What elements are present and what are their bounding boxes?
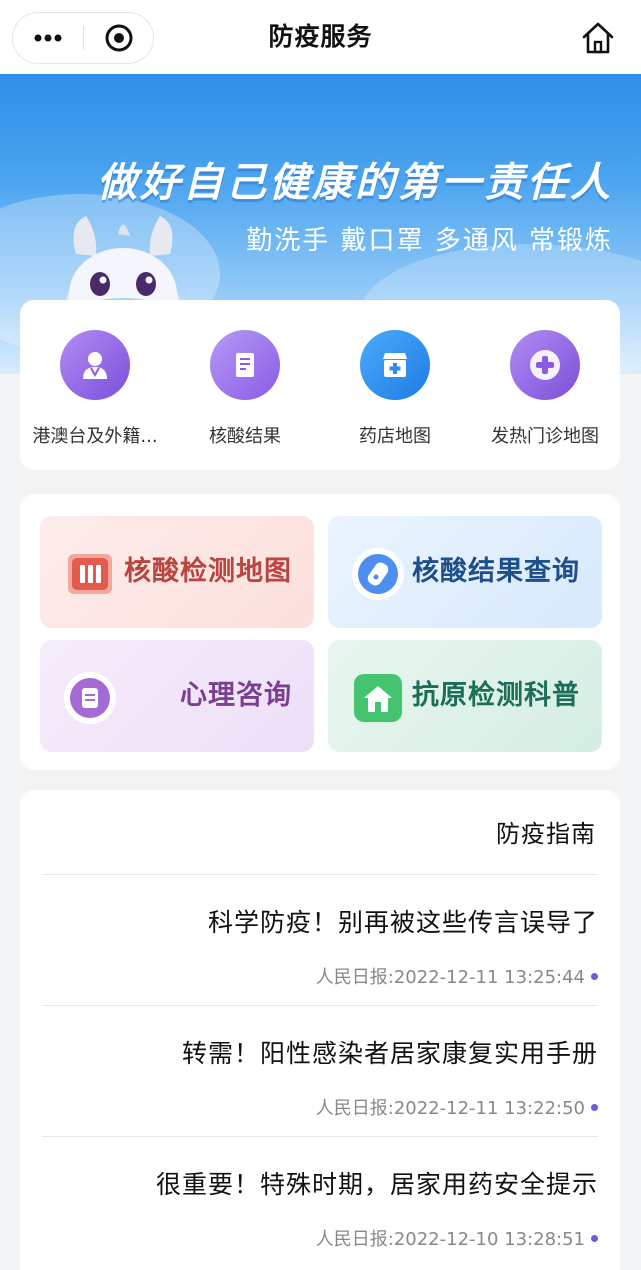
home-icon[interactable]: [579, 19, 617, 57]
pharmacy-icon: [360, 330, 430, 400]
tile-psych-consult[interactable]: 心理咨询: [40, 640, 314, 752]
quick-item-label: 核酸结果: [209, 426, 281, 447]
article-title: 很重要！特殊时期，居家用药安全提示: [155, 1170, 598, 1199]
feature-tiles-card: 核酸结果查询 核酸检测地图 抗原检测科普 心理咨询: [20, 494, 620, 770]
page-title: 防疫服务: [268, 22, 373, 51]
fever-clinic-icon: [510, 330, 580, 400]
quick-item-pharmacy-map[interactable]: 药店地图: [325, 330, 465, 448]
quick-item-label: 港澳台及外籍...: [32, 426, 158, 447]
article-item[interactable]: 很重要！特殊时期，居家用药安全提示 人民日报:2022-12-10 13:28:…: [42, 1137, 598, 1267]
quick-item-label: 发热门诊地图: [491, 426, 599, 447]
article-item[interactable]: 科学防疫！别再被这些传言误导了 人民日报:2022-12-11 13:25:44: [42, 875, 598, 1005]
tile-label: 心理咨询: [180, 680, 292, 711]
doctor-icon: [60, 330, 130, 400]
bullet-dot-icon: [591, 1103, 598, 1111]
quick-item-test-result[interactable]: 核酸结果: [175, 330, 315, 448]
prevention-guide-card: 防疫指南 科学防疫！别再被这些传言误导了 人民日报:2022-12-11 13:…: [20, 790, 620, 1270]
tile-label: 抗原检测科普: [412, 680, 580, 711]
tile-label: 核酸结果查询: [412, 556, 580, 587]
map-book-icon: [62, 546, 118, 602]
article-meta: 人民日报:2022-12-10 13:28:51: [316, 1225, 598, 1251]
article-item[interactable]: 转需！阳性感染者居家康复实用手册 人民日报:2022-12-11 13:22:5…: [42, 1006, 598, 1136]
article-meta: 人民日报:2022-12-11 13:22:50: [316, 1094, 598, 1120]
tile-test-site-map[interactable]: 核酸检测地图: [40, 516, 314, 628]
bullet-dot-icon: [591, 1234, 598, 1242]
article-source-date: 人民日报:2022-12-11 13:25:44: [315, 967, 585, 988]
article-meta: 人民日报:2022-12-11 13:25:44: [316, 963, 598, 989]
tile-label: 核酸检测地图: [124, 556, 292, 587]
article-source-date: 人民日报:2022-12-10 13:28:51: [315, 1229, 585, 1250]
article-title: 科学防疫！别再被这些传言误导了: [207, 908, 598, 937]
tile-test-result-query[interactable]: 核酸结果查询: [328, 516, 602, 628]
quick-item-fever-clinic-map[interactable]: 发热门诊地图: [475, 330, 615, 448]
tile-antigen-science[interactable]: 抗原检测科普: [328, 640, 602, 752]
test-report-icon: [210, 330, 280, 400]
note-icon: [62, 670, 118, 726]
article-source-date: 人民日报:2022-12-11 13:22:50: [315, 1098, 585, 1119]
quick-item-label: 药店地图: [359, 426, 431, 447]
bullet-dot-icon: [591, 972, 598, 980]
house-icon: [350, 670, 406, 726]
quick-entry-card: 发热门诊地图 药店地图 核酸结果 港澳台及外籍...: [20, 300, 620, 470]
banner-subline: 勤洗手 戴口罩 多通风 常锻炼: [246, 226, 613, 256]
guide-title: 防疫指南: [496, 820, 596, 848]
top-bar: 防疫服务: [0, 0, 641, 74]
quick-item-foreign-residents[interactable]: 港澳台及外籍...: [25, 330, 165, 448]
article-title: 转需！阳性感染者居家康复实用手册: [181, 1039, 598, 1068]
test-tube-icon: [350, 546, 406, 602]
